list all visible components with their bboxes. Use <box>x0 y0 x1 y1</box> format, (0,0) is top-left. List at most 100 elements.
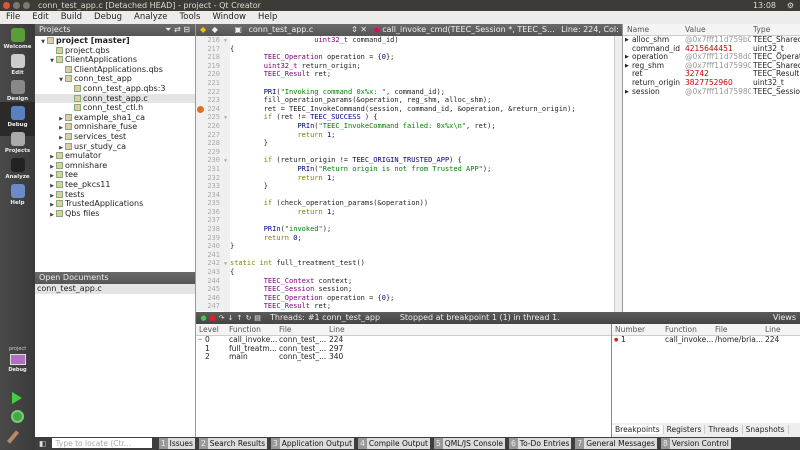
stack-row[interactable]: 2 main conn_test_... 340 <box>196 353 611 362</box>
line-number[interactable]: 235 <box>196 199 224 208</box>
line-number[interactable]: 218 <box>196 53 224 62</box>
col-type[interactable]: Type <box>753 24 770 36</box>
filter-icon[interactable]: ⏷ ⇄ ⊟ <box>165 24 190 36</box>
tree-item[interactable]: ▶ tests <box>35 190 195 200</box>
menu-help[interactable]: Help <box>258 12 277 22</box>
close-file-icon[interactable]: ⇕ ✕ <box>351 25 367 34</box>
editor-scrollbar[interactable] <box>614 36 622 312</box>
symbol-dropdown[interactable]: call_invoke_cmd(TEEC_Session *, TEEC_S..… <box>382 25 554 34</box>
expand-arrow-icon[interactable]: ▶ <box>625 62 629 71</box>
step-into-icon[interactable]: ↓ <box>226 312 235 324</box>
col-name[interactable]: Name <box>627 24 649 36</box>
settings-gear-icon[interactable]: ⚙ <box>787 0 794 11</box>
line-number[interactable]: 244 <box>196 276 224 286</box>
tree-item[interactable]: ▶ usr_study_ca <box>35 142 195 152</box>
expand-arrow-icon[interactable]: ▶ <box>625 36 629 45</box>
line-number[interactable]: 237 <box>196 216 224 226</box>
step-out-icon[interactable]: ↑ <box>235 312 244 324</box>
line-number[interactable]: 233 <box>196 182 224 191</box>
col-line[interactable]: Line <box>765 324 781 336</box>
menu-tools[interactable]: Tools <box>180 12 201 22</box>
line-number[interactable]: 220 <box>196 70 224 79</box>
menu-build[interactable]: Build <box>61 12 82 22</box>
forward-icon[interactable]: ◆ <box>212 25 218 34</box>
tree-item[interactable]: ▶ omnishare_fuse <box>35 122 195 132</box>
tree-item[interactable]: ▶ services_test <box>35 132 195 142</box>
line-number[interactable]: 232 <box>196 173 224 183</box>
line-number[interactable]: 236 <box>196 207 224 217</box>
col-value[interactable]: Value <box>685 24 706 36</box>
locals-row[interactable]: ▶reg_shm @0x7fff11d75990TEEC_SharedMem <box>623 62 800 71</box>
tree-item[interactable]: ▶ example_sha1_ca <box>35 113 195 123</box>
col-file[interactable]: File <box>715 324 728 336</box>
output-tab-general-messages[interactable]: 7 General Messages <box>575 438 657 449</box>
cursor-position[interactable]: Line: 224, Col: 1 <box>561 25 622 34</box>
build-hammer-icon[interactable] <box>6 430 20 444</box>
kit-selector-monitor-icon[interactable] <box>9 354 26 365</box>
line-number[interactable]: 239 <box>196 233 224 243</box>
step-over-icon[interactable]: ↷ <box>217 312 226 324</box>
line-number[interactable]: 234 <box>196 190 224 200</box>
line-number[interactable]: 230 <box>196 156 224 165</box>
line-number[interactable]: 222 <box>196 87 224 97</box>
breakpoint-row[interactable]: ● 1 call_invoke.../home/bria... 224 <box>612 336 800 345</box>
toggle-sidebar-icon[interactable]: ◧ <box>39 439 46 448</box>
col-level[interactable]: Level <box>199 324 219 336</box>
stack-row[interactable]: ➡ 0 call_invoke... conn_test_... 224 <box>196 336 611 345</box>
output-tab-application-output[interactable]: 3 Application Output <box>270 438 355 449</box>
line-number[interactable]: 227 <box>196 130 224 140</box>
tree-item[interactable]: ▶ TrustedApplications <box>35 199 195 209</box>
tree-item[interactable]: ▶ omnishare <box>35 161 195 171</box>
line-number[interactable]: 245 <box>196 285 224 294</box>
expand-arrow-icon[interactable]: ▶ <box>625 88 629 97</box>
tree-item[interactable]: ▼ project [master] <box>35 36 195 46</box>
stop-icon[interactable]: ■ <box>208 312 217 324</box>
back-icon[interactable]: ◆ <box>200 25 206 34</box>
tree-item[interactable]: conn_test_app.qbs:3 <box>35 84 195 94</box>
output-tab-qml-js-console[interactable]: 5 QML/JS Console <box>434 438 506 449</box>
minimize-window-button[interactable] <box>13 2 20 9</box>
col-line[interactable]: Line <box>329 324 345 336</box>
line-number[interactable]: 228 <box>196 139 224 148</box>
line-number[interactable]: 224 <box>196 104 224 114</box>
continue-icon[interactable]: ● <box>199 312 208 324</box>
code-area[interactable]: 216 ▼ uint32_t command_id) 217 {218 TEEC_O… <box>196 36 614 312</box>
menu-window[interactable]: Window <box>212 12 246 22</box>
tree-item[interactable]: ▶ tee_pkcs11 <box>35 180 195 190</box>
locals-row[interactable]: ▶operation @0x7fff11d758d0TEEC_Operation <box>623 53 800 62</box>
tab-breakpoints[interactable]: Breakpoints <box>612 425 664 434</box>
menu-analyze[interactable]: Analyze <box>134 12 168 22</box>
expand-arrow-icon[interactable]: ▶ <box>625 53 629 62</box>
menu-edit[interactable]: Edit <box>32 12 48 22</box>
line-number[interactable]: 216 <box>196 36 224 45</box>
tab-snapshots[interactable]: Snapshots <box>742 425 789 434</box>
line-number[interactable]: 226 <box>196 121 224 131</box>
line-number[interactable]: 241 <box>196 250 224 260</box>
output-tab-to-do-entries[interactable]: 6 To-Do Entries <box>509 438 572 449</box>
line-number[interactable]: 225 <box>196 113 224 122</box>
tree-item[interactable]: ▼ conn_test_app <box>35 74 195 84</box>
output-tab-issues[interactable]: 1 Issues <box>158 438 195 449</box>
disassembly-icon[interactable]: ▤ <box>253 312 262 324</box>
tree-item[interactable]: ▶ tee <box>35 170 195 180</box>
restart-icon[interactable]: ↻ <box>244 312 253 324</box>
menu-debug[interactable]: Debug <box>94 12 122 22</box>
locals-row[interactable]: ▶ session @0x7fff11d75980 TEEC_Session <box>623 88 800 97</box>
locate-input[interactable]: Type to locate (Ctr... <box>52 438 153 448</box>
tree-item[interactable]: conn_test_ctl.h <box>35 103 195 113</box>
locals-row[interactable]: ret 32742 TEEC_Result <box>623 70 800 79</box>
stack-row[interactable]: 1 full_treatm... conn_test_... 297 <box>196 345 611 354</box>
col-file[interactable]: File <box>279 324 292 336</box>
tree-item[interactable]: project.qbs <box>35 46 195 56</box>
tree-item[interactable]: ClientApplications.qbs <box>35 65 195 75</box>
locals-row[interactable]: return_origin 3827752960 uint32_t <box>623 79 800 88</box>
locals-row[interactable]: ▶alloc_shm @0x7fff11d759b0TEEC_SharedMem <box>623 36 800 45</box>
line-number[interactable]: 217 <box>196 44 224 54</box>
output-tab-compile-output[interactable]: 4 Compile Output <box>358 438 431 449</box>
col-function[interactable]: Function <box>665 324 697 336</box>
start-debugging-icon[interactable] <box>11 410 24 423</box>
locals-row[interactable]: command_id 4215644451 uint32_t <box>623 45 800 54</box>
line-number[interactable]: 243 <box>196 268 224 277</box>
run-icon[interactable] <box>12 392 22 404</box>
line-number[interactable]: 219 <box>196 61 224 71</box>
